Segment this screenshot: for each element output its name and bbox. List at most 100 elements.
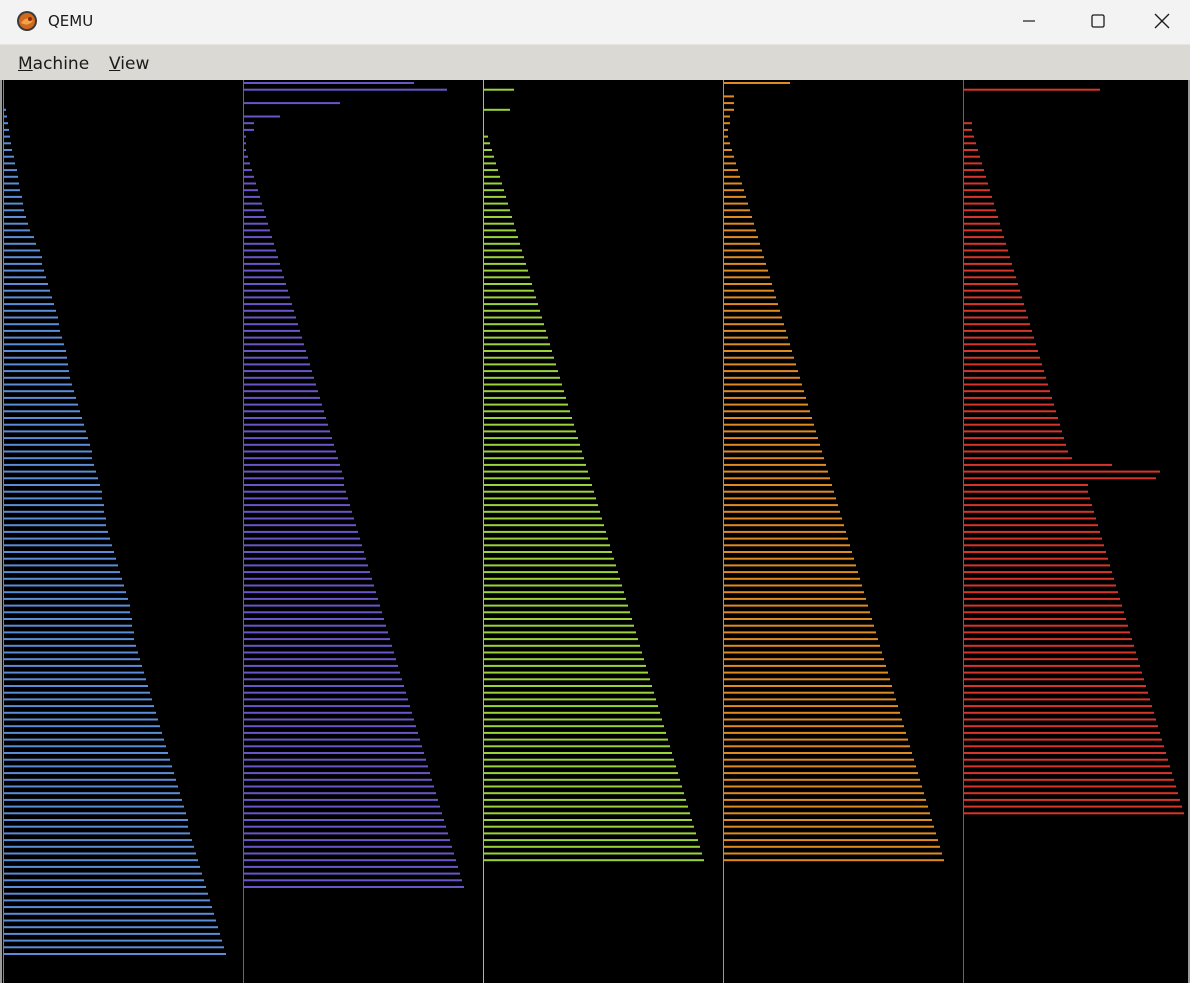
bar-col4-row115 [724,845,940,848]
bar-col2-row53 [244,430,330,433]
bar-col3-row71 [484,551,612,553]
bar-col5-row109 [964,805,1182,808]
bar-col3-row97 [484,725,664,728]
bar-col4-row91 [724,685,892,687]
bar-col2-row61 [244,484,344,486]
bar-col4-row81 [724,618,872,620]
bar-col5-row102 [964,758,1168,761]
bar-col4-row37 [724,323,784,326]
bar-col5-row23 [964,229,1002,232]
bar-col3-row55 [484,443,580,446]
bar-col1-row83 [4,631,134,634]
menu-view[interactable]: View [109,53,149,75]
bar-col5-row35 [964,309,1026,312]
bar-col2-row87 [244,658,396,661]
guest-display[interactable] [2,80,1188,983]
bar-col1-row88 [4,664,142,667]
minimize-button[interactable] [994,0,1064,42]
bar-col1-row35 [4,309,56,312]
bar-col1-row68 [4,530,108,533]
bar-col1-row60 [4,477,98,480]
bar-col4-row54 [724,437,818,440]
bar-col3-row40 [484,343,550,346]
bar-col1-row82 [4,624,132,627]
bar-col5-row72 [964,557,1108,560]
bar-col2-row75 [244,577,372,580]
bar-col4-row67 [724,524,844,527]
bar-col2-row47 [244,390,318,393]
bar-col4-row58 [724,463,826,466]
bar-col3-row100 [484,745,670,748]
bar-col3-row84 [484,638,638,641]
bar-col1-row10 [4,142,11,145]
bar-col5-row106 [964,785,1176,788]
bar-col2-row33 [244,296,290,299]
bar-col5-row40 [964,343,1036,346]
bar-col4-row97 [724,725,904,728]
bar-col1-row52 [4,423,84,426]
bar-col1-row79 [4,604,130,607]
bar-col5-row41 [964,350,1038,352]
bar-col2-row23 [244,229,270,232]
close-button[interactable] [1133,0,1190,42]
bar-col5-row44 [964,370,1044,373]
maximize-icon [1091,14,1105,28]
bar-col1-row85 [4,644,136,647]
bar-col4-row101 [724,752,912,754]
bar-col1-row58 [4,463,94,466]
bar-col3-row33 [484,296,536,299]
bar-col1-row5 [4,108,6,111]
bar-col3-row96 [484,718,662,721]
bar-col2-row52 [244,423,328,426]
bar-col3-row101 [484,752,672,754]
bar-col1-row124 [4,906,212,909]
bar-col1-row95 [4,711,156,714]
bar-col2-row112 [244,825,446,828]
bar-col4-row78 [724,597,866,600]
bar-col2-row44 [244,370,312,373]
bar-col3-row29 [484,269,528,272]
bar-col3-row110 [484,812,690,815]
bar-col2-row55 [244,443,334,446]
bar-col2-row97 [244,725,416,728]
bar-col1-row78 [4,597,128,600]
bar-col3-row108 [484,798,686,801]
bar-col3-row77 [484,591,624,594]
bar-col3-row107 [484,792,684,795]
bar-col5-row22 [964,222,1000,225]
title-bar[interactable]: QEMU [0,0,1190,44]
bar-col1-row87 [4,658,140,661]
bar-col1-row125 [4,912,214,915]
bar-col1-row12 [4,155,14,158]
bar-col5-row57 [964,457,1072,460]
bar-col1-row103 [4,765,172,768]
bar-col5-row16 [964,182,988,185]
menu-machine-mnemonic: M [18,54,33,74]
maximize-button[interactable] [1063,0,1133,42]
bar-col5-row29 [964,269,1014,272]
bar-col5-row33 [964,296,1022,299]
bar-col3-row21 [484,216,512,218]
bar-col1-row32 [4,289,50,292]
bar-col3-row66 [484,517,602,520]
bar-col4-row47 [724,390,804,393]
bar-col4-row53 [724,430,816,433]
bar-col1-row19 [4,202,23,205]
menu-machine[interactable]: Machine [18,53,89,75]
bar-col2-row59 [244,470,342,473]
bar-col1-row21 [4,216,26,218]
bar-col1-row123 [4,899,210,902]
bar-col1-row64 [4,504,104,507]
bar-col1-row69 [4,537,110,540]
bar-col4-row23 [724,229,756,232]
bar-col4-row100 [724,745,910,748]
bar-col4-row43 [724,363,796,366]
bar-col5-row89 [964,671,1142,674]
bar-col4-row84 [724,638,878,641]
bar-col1-row94 [4,705,154,708]
bar-col5-row52 [964,423,1060,426]
bar-col3-row42 [484,356,554,359]
bar-col5-row91 [964,685,1146,687]
bar-col3-row67 [484,524,604,527]
bar-col5-row27 [964,256,1010,259]
